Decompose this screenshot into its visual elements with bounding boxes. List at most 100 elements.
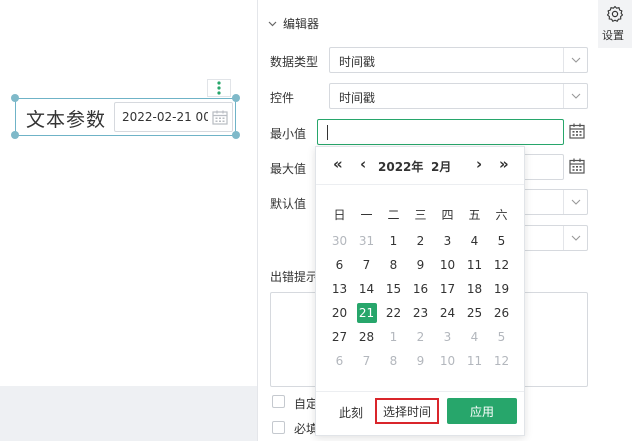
settings-label: 设置 [602,29,624,42]
min-value-input[interactable] [317,119,564,145]
calendar-day[interactable]: 1 [380,229,407,253]
resize-handle-top-left[interactable] [11,94,19,102]
calendar-day[interactable]: 16 [407,277,434,301]
calendar-day[interactable]: 8 [380,253,407,277]
calendar-day[interactable]: 4 [461,325,488,349]
calendar-day-number: 3 [443,234,452,248]
calendar-day-number: 3 [443,330,452,344]
calendar-day-number: 9 [416,354,425,368]
calendar-day[interactable]: 11 [461,349,488,373]
resize-handle-bottom-left[interactable] [11,131,19,139]
apply-button[interactable]: 应用 [447,398,517,424]
default-value-label: 默认值 [270,197,307,211]
calendar-day-number: 31 [358,234,375,248]
calendar-day-number: 12 [493,354,510,368]
prev-month-button[interactable]: ‹ [360,155,366,173]
calendar-day[interactable]: 3 [434,229,461,253]
calendar-day[interactable]: 30 [326,229,353,253]
calendar-icon[interactable] [569,158,585,177]
calendar-day[interactable]: 9 [407,349,434,373]
calendar-day[interactable]: 22 [380,301,407,325]
calendar-day-number: 7 [362,354,371,368]
calendar-day[interactable]: 17 [434,277,461,301]
calendar-day[interactable]: 19 [488,277,515,301]
required-checkbox[interactable] [272,421,285,434]
date-picker-popup: « ‹ 2022年 2月 › » 日一二三四五六 30 31 1 2 3 4 5 6 7 8 9 10… [315,146,525,436]
prev-year-button[interactable]: « [333,155,343,173]
calendar-icon[interactable] [569,123,585,142]
calendar-day-number: 2 [416,234,425,248]
calendar-day-selected[interactable]: 21 [353,301,380,325]
calendar-day[interactable]: 18 [461,277,488,301]
calendar-day[interactable]: 7 [353,253,380,277]
chevron-down-icon [563,84,587,108]
calendar-day-number: 7 [362,258,371,272]
custom-checkbox[interactable] [272,395,285,408]
calendar-day[interactable]: 28 [353,325,380,349]
calendar-day[interactable]: 12 [488,253,515,277]
calendar-day[interactable]: 10 [434,349,461,373]
calendar-day[interactable]: 25 [461,301,488,325]
calendar-days-grid: 30 31 1 2 3 4 5 6 7 8 9 10 11 12 13 14 15 16 17 18 19 20 21 22 2… [326,229,516,373]
weekday-label: 四 [441,208,454,222]
calendar-day[interactable]: 7 [353,349,380,373]
widget-date-input[interactable]: 2022-02-21 00:00:00 [114,102,233,132]
editor-header[interactable]: 编辑器 [268,15,319,32]
calendar-day[interactable]: 6 [326,349,353,373]
calendar-day-number: 17 [439,282,456,296]
now-button[interactable]: 此刻 [339,404,363,421]
calendar-day[interactable]: 27 [326,325,353,349]
control-select[interactable]: 时间戳 [329,83,588,109]
calendar-day[interactable]: 24 [434,301,461,325]
widget-label: 文本参数 [26,109,107,131]
calendar-day[interactable]: 11 [461,253,488,277]
calendar-day[interactable]: 31 [353,229,380,253]
picker-year[interactable]: 2022年 [378,158,423,175]
next-year-button[interactable]: » [499,155,509,173]
calendar-day[interactable]: 5 [488,229,515,253]
calendar-day[interactable]: 20 [326,301,353,325]
calendar-day[interactable]: 4 [461,229,488,253]
calendar-day-number: 21 [356,303,377,323]
calendar-day[interactable]: 12 [488,349,515,373]
calendar-day-number: 15 [385,282,402,296]
text-parameter-widget[interactable]: 文本参数 2022-02-21 00:00:00 [15,98,236,136]
data-type-select[interactable]: 时间戳 [329,47,588,73]
calendar-day[interactable]: 26 [488,301,515,325]
calendar-day[interactable]: 8 [380,349,407,373]
calendar-day[interactable]: 1 [380,325,407,349]
calendar-day-number: 25 [466,306,483,320]
calendar-day[interactable]: 2 [407,325,434,349]
next-month-button[interactable]: › [476,155,482,173]
calendar-day[interactable]: 14 [353,277,380,301]
calendar-day[interactable]: 10 [434,253,461,277]
date-picker-nav: « ‹ 2022年 2月 › » [316,147,524,185]
calendar-day[interactable]: 2 [407,229,434,253]
calendar-day-number: 6 [335,258,344,272]
calendar-day[interactable]: 3 [434,325,461,349]
calendar-day[interactable]: 15 [380,277,407,301]
settings-rail: 设置 [598,0,632,441]
weekday-label: 五 [468,208,481,222]
widget-more-button[interactable] [207,79,231,97]
calendar-icon[interactable] [208,103,232,131]
design-canvas[interactable] [0,0,257,386]
calendar-day-number: 5 [497,234,506,248]
calendar-day[interactable]: 9 [407,253,434,277]
data-type-value: 时间戳 [339,55,376,69]
chevron-down-icon [563,226,587,250]
calendar-day-number: 1 [389,330,398,344]
calendar-day-number: 30 [331,234,348,248]
resize-handle-top-right[interactable] [232,94,240,102]
data-type-label: 数据类型 [270,55,319,69]
select-time-button[interactable]: 选择时间 [375,398,439,424]
calendar-day-number: 5 [497,330,506,344]
calendar-day[interactable]: 13 [326,277,353,301]
calendar-day[interactable]: 6 [326,253,353,277]
calendar-day[interactable]: 5 [488,325,515,349]
picker-month[interactable]: 2月 [431,158,451,175]
resize-handle-bottom-right[interactable] [232,131,240,139]
calendar-day[interactable]: 23 [407,301,434,325]
calendar-day-number: 11 [466,354,483,368]
settings-tab[interactable]: 设置 [598,0,632,48]
